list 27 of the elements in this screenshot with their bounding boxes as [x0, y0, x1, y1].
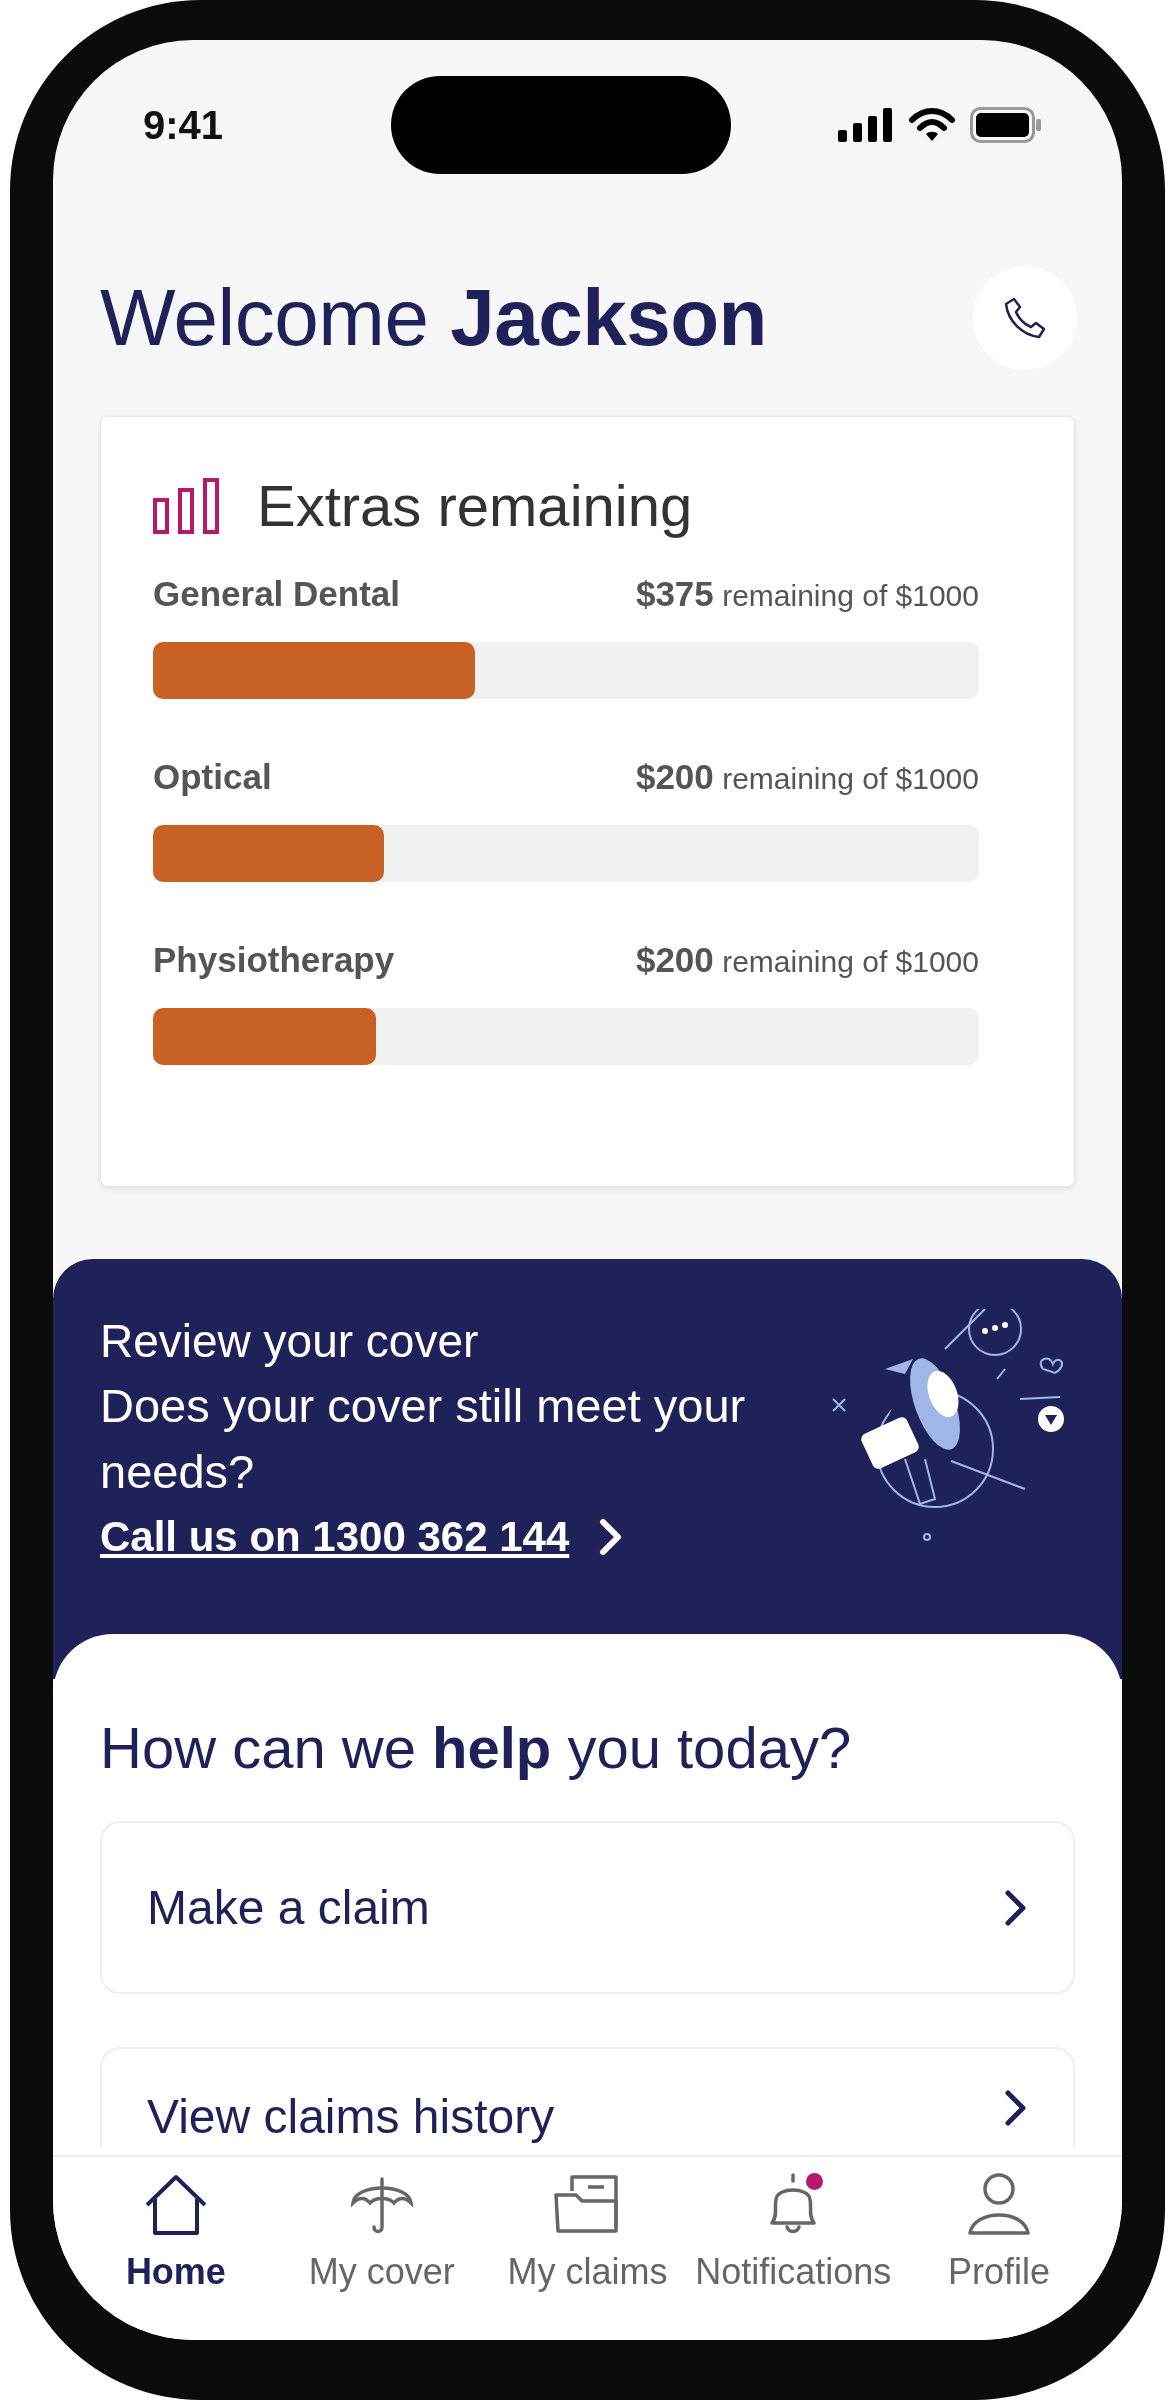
chevron-icon [1004, 2089, 1028, 2127]
bar-chart-icon [153, 477, 219, 534]
chevron-icon [1004, 1888, 1028, 1927]
call-link[interactable]: Call us on 1300 362 144 [100, 1513, 570, 1561]
signal-icon [838, 108, 894, 142]
benefit-name: General Dental [153, 574, 401, 614]
tab[interactable]: My cover [281, 2169, 482, 2340]
card-title: Extras remaining [257, 472, 693, 539]
remaining-amount: $200 remaining of $1000 [635, 940, 979, 980]
wifi-icon [908, 108, 956, 142]
banner-text: Does your cover still meet your needs? [100, 1378, 747, 1500]
status-time: 9:41 [143, 102, 225, 148]
chevron-icon [599, 1518, 624, 1556]
help-heading: How can we help you today? [100, 1714, 853, 1781]
remaining-amount: $200 remaining of $1000 [635, 757, 979, 797]
tab[interactable]: Home [75, 2169, 276, 2340]
tab[interactable]: My claims [487, 2169, 688, 2340]
tab[interactable]: Notifications [693, 2169, 894, 2340]
banner-title: Review your cover [100, 1314, 480, 1369]
remaining-amount: $375 remaining of $1000 [635, 574, 979, 614]
welcome-heading: Welcome Jackson [100, 271, 767, 364]
benefit-name: Optical [153, 757, 272, 797]
benefit-name: Physiotherapy [153, 940, 395, 980]
battery-icon [970, 107, 1042, 143]
action-button[interactable]: Make a claim [100, 1821, 1075, 1994]
tab[interactable]: Profile [899, 2169, 1100, 2340]
action-button[interactable]: View claims history [100, 2047, 1075, 2147]
